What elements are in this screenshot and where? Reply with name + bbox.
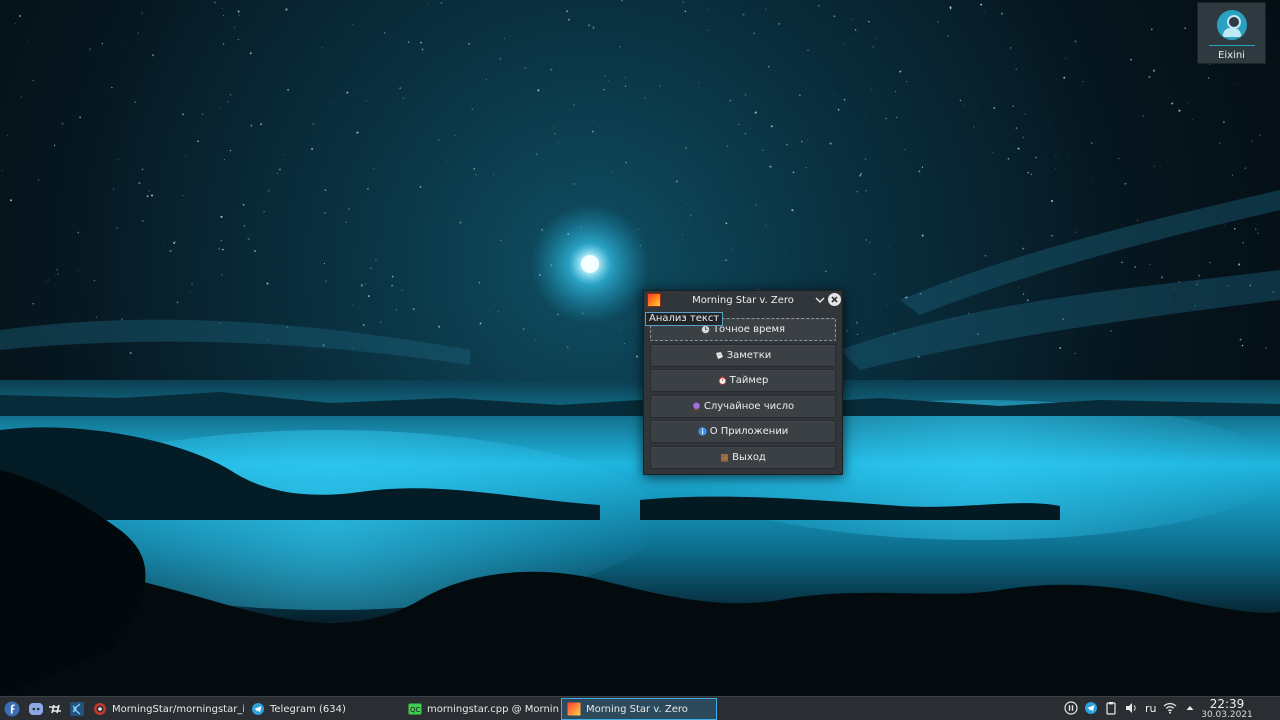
- clock-date[interactable]: 30.03.2021: [1201, 710, 1253, 720]
- taskbar-task-browser[interactable]: MorningStar/morningstar_im...: [88, 698, 244, 720]
- clock-time[interactable]: 22:39: [1209, 697, 1245, 711]
- info-icon: [697, 427, 707, 437]
- clipboard-icon[interactable]: [1104, 701, 1118, 715]
- volume-icon[interactable]: [1124, 701, 1138, 715]
- browser-icon: [94, 703, 106, 715]
- chevron-down-icon: [815, 297, 825, 303]
- minimize-button[interactable]: [814, 294, 826, 306]
- discord-icon[interactable]: [28, 701, 44, 717]
- close-icon: [831, 296, 838, 303]
- exit-label: Выход: [732, 451, 766, 463]
- tray-expand-arrow-icon[interactable]: [1183, 701, 1197, 715]
- taskbar-task-morningstar[interactable]: Morning Star v. Zero: [561, 698, 717, 720]
- timer-button[interactable]: Таймер: [650, 369, 836, 393]
- user-avatar-icon: [1216, 10, 1247, 40]
- notes-button[interactable]: Заметки: [650, 343, 836, 367]
- main-menu: Точное время Заметки Таймер Случайное чи…: [650, 318, 836, 472]
- wifi-icon[interactable]: [1163, 701, 1177, 715]
- taskbar-task-qtcreator[interactable]: QC morningstar.cpp @ Morning...: [403, 698, 559, 720]
- notes-icon: [715, 351, 724, 359]
- task-label: morningstar.cpp @ Morning...: [427, 703, 559, 715]
- telegram-tray-icon[interactable]: [1084, 701, 1098, 715]
- keyboard-layout-indicator[interactable]: ru: [1145, 702, 1157, 715]
- tooltip: Анализ текст: [645, 312, 724, 326]
- random-number-label: Случайное число: [703, 400, 795, 412]
- random-number-button[interactable]: Случайное число: [650, 394, 836, 418]
- svg-text:QC: QC: [410, 706, 421, 714]
- steam-icon[interactable]: [48, 701, 64, 717]
- desktop-wallpaper: [0, 0, 1280, 696]
- user-switcher-widget[interactable]: Eixini: [1197, 2, 1266, 64]
- vscode-icon[interactable]: [69, 701, 85, 717]
- exit-button[interactable]: Выход: [650, 445, 836, 469]
- morningstar-app-icon: [567, 702, 581, 716]
- telegram-icon: [252, 703, 264, 715]
- application-launcher-icon[interactable]: [4, 701, 20, 717]
- task-label: MorningStar/morningstar_im...: [112, 703, 244, 715]
- window-title: Morning Star v. Zero: [692, 295, 794, 306]
- about-label: О Приложении: [709, 426, 789, 438]
- notes-label: Заметки: [726, 349, 772, 361]
- close-button[interactable]: [828, 293, 841, 306]
- taskbar: MorningStar/morningstar_im... Telegram (…: [0, 696, 1280, 720]
- about-button[interactable]: О Приложении: [650, 420, 836, 444]
- user-widget-divider: [1208, 45, 1255, 46]
- task-label: Morning Star v. Zero: [586, 703, 688, 715]
- morningstar-app-icon[interactable]: [647, 293, 661, 307]
- clock-icon: [701, 325, 710, 334]
- task-label: Telegram (634): [270, 703, 346, 715]
- user-name-label: Eixini: [1218, 50, 1245, 61]
- qtcreator-icon: QC: [408, 703, 422, 715]
- exact-time-label: Точное время: [712, 324, 786, 335]
- window-titlebar[interactable]: Morning Star v. Zero: [644, 291, 842, 310]
- exit-door-icon: [721, 453, 729, 462]
- taskbar-task-telegram[interactable]: Telegram (634): [246, 698, 400, 720]
- crystal-ball-icon: [693, 402, 700, 411]
- media-pause-icon[interactable]: [1064, 701, 1078, 715]
- timer-label: Таймер: [729, 375, 769, 387]
- timer-icon: [718, 376, 726, 386]
